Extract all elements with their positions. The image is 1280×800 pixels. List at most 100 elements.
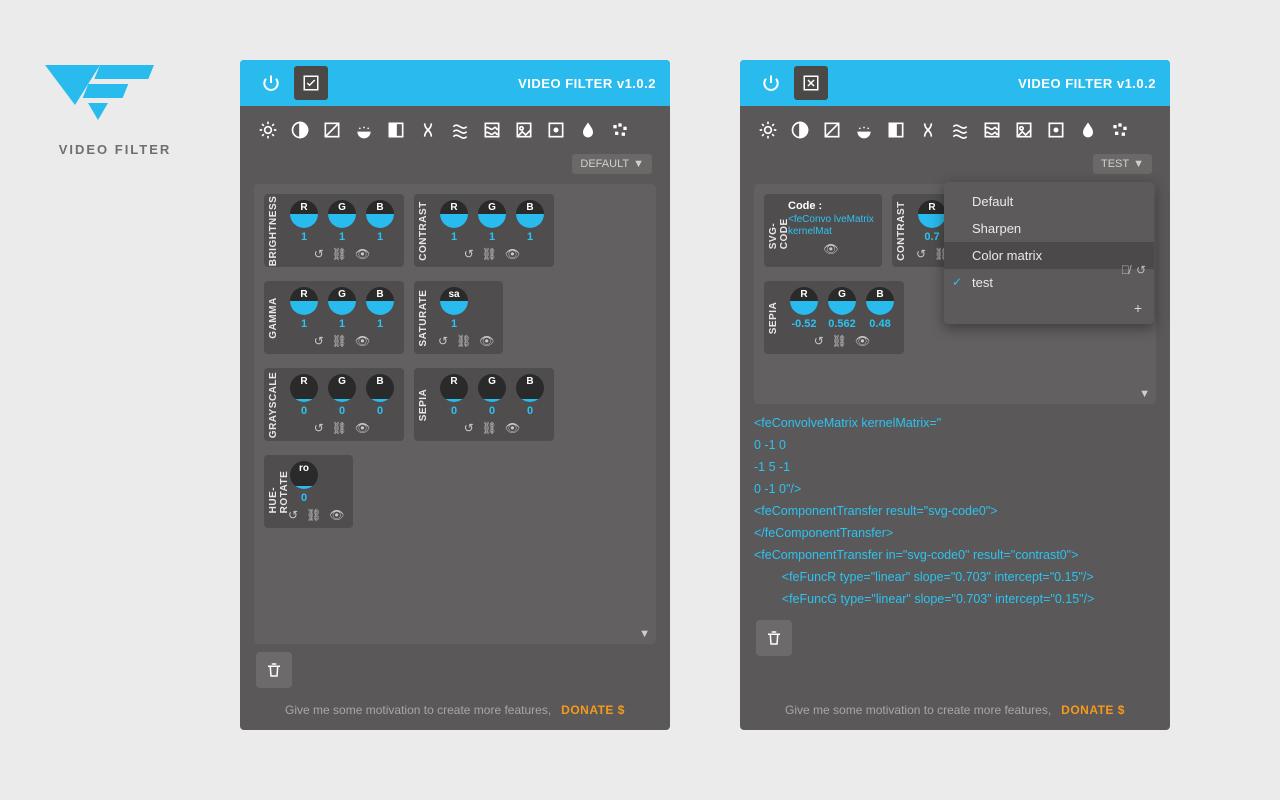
eye-icon[interactable]: 👁 — [329, 508, 344, 522]
power-button[interactable] — [254, 66, 288, 100]
knob-r[interactable]: 0 — [438, 374, 470, 417]
donate-button[interactable]: DONATE $ — [561, 703, 625, 717]
pixelate-icon[interactable] — [1042, 116, 1070, 144]
code-line: <feComponentTransfer result="svg-code0"> — [754, 500, 1156, 522]
preset-option[interactable]: Sharpen — [944, 215, 1154, 242]
preset-option[interactable]: Default — [944, 188, 1154, 215]
reset-icon[interactable]: ↺ — [314, 247, 324, 261]
drop-icon[interactable] — [1074, 116, 1102, 144]
eye-icon[interactable]: 👁 — [855, 334, 870, 348]
knob-r[interactable]: 0 — [288, 374, 320, 417]
reset-icon[interactable]: ↺ — [314, 334, 324, 348]
preset-option[interactable]: Color matrix⛓̸↺ — [944, 242, 1154, 269]
knob-b[interactable]: 0.48 — [864, 287, 896, 330]
link-icon[interactable]: ⛓ — [332, 247, 347, 261]
posterize-icon[interactable] — [606, 116, 634, 144]
eye-icon[interactable]: 👁 — [479, 334, 494, 348]
filter-card-gamma[interactable]: GAMMA111↺⛓👁 — [264, 281, 404, 354]
drop-icon[interactable] — [574, 116, 602, 144]
filter-card-hue-rotate[interactable]: HUE-ROTATE0↺⛓👁 — [264, 455, 353, 528]
reset-icon[interactable]: ↺ — [916, 247, 926, 261]
eye-icon[interactable]: 👁 — [355, 247, 370, 261]
power-button[interactable] — [754, 66, 788, 100]
apply-x-button[interactable] — [794, 66, 828, 100]
brightness-icon[interactable] — [254, 116, 282, 144]
reset-icon[interactable]: ↺ — [464, 247, 474, 261]
link-icon[interactable]: ⛓ — [332, 334, 347, 348]
contrast-icon[interactable] — [286, 116, 314, 144]
knob-g[interactable]: 1 — [326, 287, 358, 330]
contrast-icon[interactable] — [786, 116, 814, 144]
pixelate-icon[interactable] — [542, 116, 570, 144]
reset-icon[interactable]: ↺ — [314, 421, 324, 435]
knob-b[interactable]: 0 — [364, 374, 396, 417]
link-icon[interactable]: ⛓ — [332, 421, 347, 435]
footer-message: Give me some motivation to create more f… — [785, 703, 1051, 717]
add-preset-button[interactable]: + — [944, 296, 1154, 318]
knob-r[interactable]: 1 — [288, 287, 320, 330]
noise-icon[interactable] — [478, 116, 506, 144]
blur-icon[interactable] — [946, 116, 974, 144]
saturate-icon[interactable] — [850, 116, 878, 144]
brightness-icon[interactable] — [754, 116, 782, 144]
filter-card-brightness[interactable]: BRIGHTNESS111↺⛓👁 — [264, 194, 404, 267]
collapse-toggle[interactable]: ▼ — [1139, 388, 1150, 400]
hue-icon[interactable] — [914, 116, 942, 144]
hue-icon[interactable] — [414, 116, 442, 144]
blur-icon[interactable] — [446, 116, 474, 144]
knob-r[interactable]: 1 — [438, 200, 470, 243]
knob-g[interactable]: 0.562 — [826, 287, 858, 330]
reset-icon[interactable]: ↺ — [438, 334, 448, 348]
grayscale-icon[interactable] — [882, 116, 910, 144]
invert-icon[interactable] — [818, 116, 846, 144]
link-icon[interactable]: ⛓ — [832, 334, 847, 348]
link-icon[interactable]: ⛓ — [306, 508, 321, 522]
preset-selector[interactable]: DEFAULT ▼ — [572, 154, 652, 174]
eye-icon[interactable]: 👁 — [823, 242, 838, 256]
knob-value: 0.562 — [826, 318, 858, 330]
knob-g[interactable]: 1 — [326, 200, 358, 243]
knob-g[interactable]: 1 — [476, 200, 508, 243]
knob-b[interactable]: 1 — [364, 200, 396, 243]
knob-g[interactable]: 0 — [476, 374, 508, 417]
image-icon[interactable] — [1010, 116, 1038, 144]
eye-icon[interactable]: 👁 — [505, 247, 520, 261]
knob-r[interactable]: -0.52 — [788, 287, 820, 330]
preset-option[interactable]: ✓test — [944, 269, 1154, 296]
saturate-icon[interactable] — [350, 116, 378, 144]
filter-card-svg-code[interactable]: SVG-CODECode :<feConvo lveMatrix kernelM… — [764, 194, 882, 267]
reset-icon[interactable]: ↺ — [464, 421, 474, 435]
knob-b[interactable]: 0 — [514, 374, 546, 417]
code-line: 0 -1 0"/> — [754, 478, 1156, 500]
image-icon[interactable] — [510, 116, 538, 144]
preset-selector[interactable]: TEST ▼ — [1093, 154, 1152, 174]
delete-button[interactable] — [256, 652, 292, 688]
delete-button[interactable] — [756, 620, 792, 656]
knob-r[interactable]: 1 — [288, 200, 320, 243]
donate-button[interactable]: DONATE $ — [1061, 703, 1125, 717]
invert-icon[interactable] — [318, 116, 346, 144]
filter-card-sepia[interactable]: SEPIA000↺⛓👁 — [414, 368, 554, 441]
eye-icon[interactable]: 👁 — [355, 421, 370, 435]
filter-card-saturate[interactable]: SATURATE1↺⛓👁 — [414, 281, 503, 354]
collapse-toggle[interactable]: ▼ — [639, 628, 650, 640]
reset-icon[interactable]: ↺ — [814, 334, 824, 348]
noise-icon[interactable] — [978, 116, 1006, 144]
knob-b[interactable]: 1 — [514, 200, 546, 243]
posterize-icon[interactable] — [1106, 116, 1134, 144]
filter-card-grayscale[interactable]: GRAYSCALE000↺⛓👁 — [264, 368, 404, 441]
knob-ro[interactable]: 0 — [288, 461, 320, 504]
grayscale-icon[interactable] — [382, 116, 410, 144]
filter-card-contrast[interactable]: CONTRAST111↺⛓👁 — [414, 194, 554, 267]
knob-b[interactable]: 1 — [364, 287, 396, 330]
preset-dropdown[interactable]: DefaultSharpenColor matrix⛓̸↺✓test+ — [944, 182, 1154, 324]
knob-g[interactable]: 0 — [326, 374, 358, 417]
filter-card-sepia[interactable]: SEPIA-0.520.5620.48↺⛓👁 — [764, 281, 904, 354]
knob-sa[interactable]: 1 — [438, 287, 470, 330]
eye-icon[interactable]: 👁 — [505, 421, 520, 435]
link-icon[interactable]: ⛓ — [456, 334, 471, 348]
link-icon[interactable]: ⛓ — [482, 247, 497, 261]
link-icon[interactable]: ⛓ — [482, 421, 497, 435]
apply-check-button[interactable] — [294, 66, 328, 100]
eye-icon[interactable]: 👁 — [355, 334, 370, 348]
